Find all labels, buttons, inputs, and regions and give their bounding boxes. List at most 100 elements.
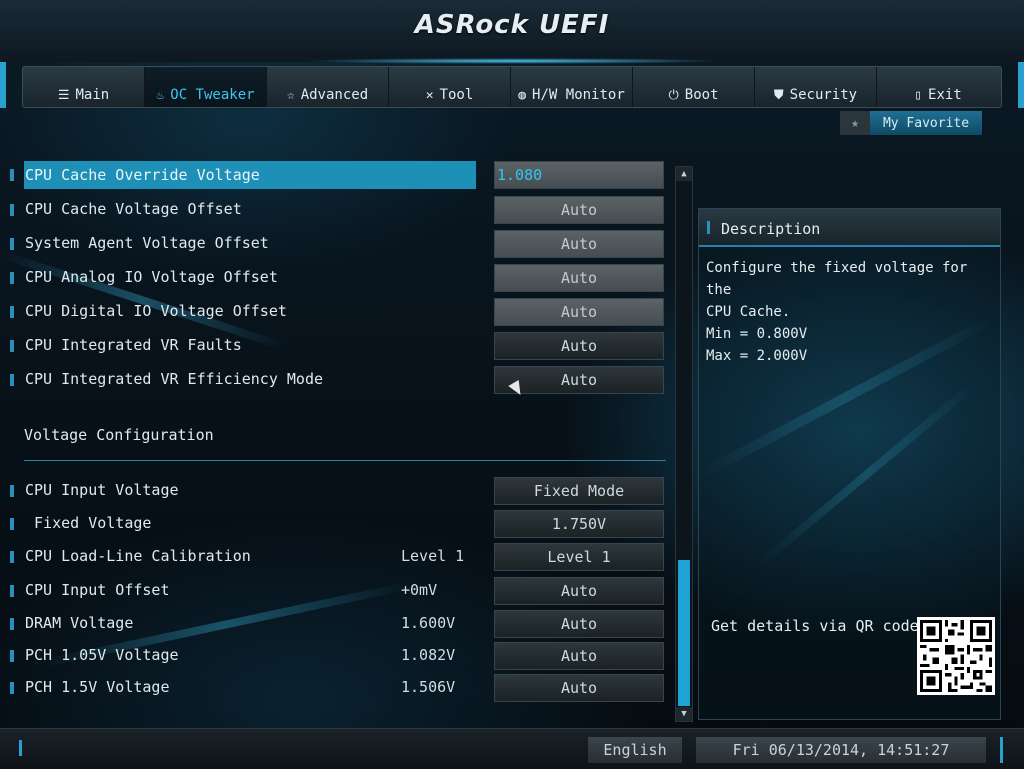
star-icon: ☆	[286, 88, 295, 103]
setting-value[interactable]: Auto	[494, 196, 664, 224]
row-bullet	[10, 618, 14, 630]
section-title-voltage-configuration: Voltage Configuration	[24, 426, 214, 444]
description-panel: Description Configure the fixed voltage …	[698, 208, 1001, 720]
row-bullet	[10, 169, 14, 181]
top-header: ASRock UEFI	[0, 0, 1024, 64]
tab-tool[interactable]: ✕ Tool	[389, 67, 511, 107]
current-reading: +0mV	[401, 581, 438, 599]
setting-label: CPU Cache Voltage Offset	[25, 200, 242, 218]
setting-pch-15v-voltage[interactable]: PCH 1.5V Voltage 1.506V Auto	[10, 674, 670, 702]
description-line: Min = 0.800V	[706, 326, 808, 342]
setting-cpu-digital-io-voltage-offset[interactable]: CPU Digital IO Voltage Offset Auto	[10, 298, 670, 326]
setting-cpu-input-offset[interactable]: CPU Input Offset +0mV Auto	[10, 577, 670, 605]
section-divider	[24, 460, 666, 461]
setting-system-agent-voltage-offset[interactable]: System Agent Voltage Offset Auto	[10, 230, 670, 258]
favorite-star-icon: ★	[840, 111, 870, 135]
setting-pch-105v-voltage[interactable]: PCH 1.05V Voltage 1.082V Auto	[10, 642, 670, 670]
row-bullet	[10, 272, 14, 284]
scroll-up-arrow-icon[interactable]: ▲	[676, 167, 692, 181]
nav-right-accent	[1018, 62, 1024, 108]
row-bullet	[10, 518, 14, 530]
setting-value[interactable]: Auto	[494, 674, 664, 702]
setting-label: CPU Digital IO Voltage Offset	[25, 302, 287, 320]
setting-label: CPU Input Offset	[25, 581, 170, 599]
description-line: CPU Cache.	[706, 304, 791, 320]
footer-left-accent	[19, 740, 22, 756]
setting-value[interactable]: Auto	[494, 577, 664, 605]
datetime-display: Fri 06/13/2014, 14:51:27	[696, 737, 986, 763]
setting-cpu-integrated-vr-faults[interactable]: CPU Integrated VR Faults Auto	[10, 332, 670, 360]
setting-cpu-cache-override-voltage[interactable]: CPU Cache Override Voltage 1.080	[10, 161, 670, 189]
settings-scrollbar[interactable]: ▲ ▼	[675, 166, 693, 722]
footer-right-accent	[1000, 737, 1003, 763]
row-bullet	[10, 650, 14, 662]
setting-value[interactable]: Fixed Mode	[494, 477, 664, 505]
current-reading: Level 1	[401, 547, 465, 565]
setting-label: CPU Analog IO Voltage Offset	[25, 268, 278, 286]
setting-cpu-cache-voltage-offset[interactable]: CPU Cache Voltage Offset Auto	[10, 196, 670, 224]
setting-value[interactable]: Auto	[494, 264, 664, 292]
setting-label: PCH 1.5V Voltage	[25, 678, 170, 696]
row-bullet	[10, 306, 14, 318]
shield-icon: ⛊	[773, 88, 784, 103]
setting-label: PCH 1.05V Voltage	[25, 646, 179, 664]
description-title: Description	[721, 220, 821, 238]
setting-label: DRAM Voltage	[25, 614, 134, 632]
row-bullet	[10, 238, 14, 250]
nav-left-accent	[0, 62, 6, 108]
setting-dram-voltage[interactable]: DRAM Voltage 1.600V Auto	[10, 610, 670, 638]
setting-value[interactable]: Level 1	[494, 543, 664, 571]
setting-fixed-voltage[interactable]: Fixed Voltage 1.750V	[10, 510, 670, 538]
tab-oc-tweaker[interactable]: ♨ OC Tweaker	[145, 67, 267, 107]
scroll-down-arrow-icon[interactable]: ▼	[676, 707, 692, 721]
description-line: Max = 2.000V	[706, 348, 808, 364]
tab-main[interactable]: ☰ Main	[23, 67, 145, 107]
tab-exit[interactable]: ▯ Exit	[877, 67, 999, 107]
tools-icon: ✕	[425, 88, 434, 103]
setting-label: CPU Integrated VR Efficiency Mode	[25, 370, 324, 388]
description-header: Description	[699, 209, 1000, 247]
tab-boot[interactable]: ⏻ Boot	[633, 67, 755, 107]
power-icon: ⏻	[668, 88, 679, 103]
row-bullet	[10, 374, 14, 386]
my-favorite-button[interactable]: ★ My Favorite	[840, 111, 982, 135]
description-header-bar	[707, 221, 710, 234]
setting-cpu-analog-io-voltage-offset[interactable]: CPU Analog IO Voltage Offset Auto	[10, 264, 670, 292]
tab-security[interactable]: ⛊ Security	[755, 67, 877, 107]
qr-code-icon	[917, 617, 995, 695]
setting-cpu-integrated-vr-efficiency-mode[interactable]: CPU Integrated VR Efficiency Mode Auto	[10, 366, 670, 394]
current-reading: 1.600V	[401, 614, 456, 632]
row-bullet	[10, 551, 14, 563]
description-text: Configure the fixed voltage for the CPU …	[706, 257, 996, 367]
monitor-icon: ◍	[518, 88, 527, 103]
exit-door-icon: ▯	[914, 88, 923, 103]
setting-value[interactable]: Auto	[494, 610, 664, 638]
setting-label: CPU Input Voltage	[25, 481, 179, 499]
setting-cpu-input-voltage[interactable]: CPU Input Voltage Fixed Mode	[10, 477, 670, 505]
setting-label: System Agent Voltage Offset	[25, 234, 269, 252]
setting-value[interactable]: Auto	[494, 642, 664, 670]
row-bullet	[10, 204, 14, 216]
scrollbar-thumb[interactable]	[678, 560, 690, 706]
current-reading: 1.082V	[401, 646, 456, 664]
setting-value[interactable]: Auto	[494, 332, 664, 360]
flame-icon: ♨	[156, 88, 165, 103]
language-button[interactable]: English	[588, 737, 682, 763]
header-glow	[300, 58, 724, 64]
voltage-input[interactable]: 1.080	[494, 161, 664, 189]
list-icon: ☰	[57, 88, 70, 103]
setting-value[interactable]: 1.750V	[494, 510, 664, 538]
tab-advanced[interactable]: ☆ Advanced	[267, 67, 389, 107]
qr-code-caption: Get details via QR code	[711, 617, 919, 635]
uefi-logo: ASRock UEFI	[414, 10, 610, 40]
tab-hw-monitor[interactable]: ◍ H/W Monitor	[511, 67, 633, 107]
setting-label: CPU Load-Line Calibration	[25, 547, 251, 565]
row-bullet	[10, 340, 14, 352]
description-line: Configure the fixed voltage for the	[706, 260, 968, 298]
setting-value[interactable]: Auto	[494, 298, 664, 326]
main-nav: ☰ Main ♨ OC Tweaker ☆ Advanced ✕ Tool ◍ H/W M…	[22, 66, 1002, 108]
setting-value[interactable]: Auto	[494, 230, 664, 258]
row-bullet	[10, 682, 14, 694]
setting-label: Fixed Voltage	[25, 514, 152, 532]
setting-cpu-load-line-calibration[interactable]: CPU Load-Line Calibration Level 1 Level …	[10, 543, 670, 571]
